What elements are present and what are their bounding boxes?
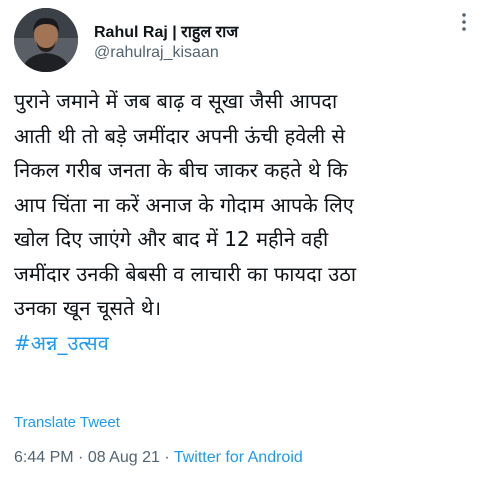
tweet-line: खोल दिए जाएंगे और बाद में 12 महीने वही	[14, 227, 329, 251]
separator-dot: ·	[159, 449, 174, 466]
author-handle[interactable]: @rahulraj_kisaan	[94, 44, 219, 62]
avatar[interactable]	[14, 8, 78, 72]
tweet-date[interactable]: 08 Aug 21	[88, 449, 160, 466]
tweet-header: Rahul Raj | राहुल राज @rahulraj_kisaan	[14, 8, 478, 72]
profile-photo-icon	[14, 8, 78, 72]
author-name[interactable]: Rahul Raj | राहुल राज	[94, 20, 238, 42]
tweet-line: निकल गरीब जनता के बीच जाकर कहते थे कि	[14, 158, 348, 182]
translate-tweet-link[interactable]: Translate Tweet	[14, 414, 120, 431]
tweet-line: उनका खून चूसते थे।	[14, 296, 162, 320]
tweet-metadata: 6:44 PM · 08 Aug 21 · Twitter for Androi…	[14, 449, 303, 467]
tweet-source-link[interactable]: Twitter for Android	[174, 449, 303, 466]
tweet-line: आती थी तो बड़े जमींदार अपनी ऊंची हवेली स…	[14, 123, 345, 148]
more-vertical-icon[interactable]	[452, 10, 476, 34]
tweet-line: पुराने जमाने में जब बाढ़ व सूखा जैसी आपद…	[14, 89, 338, 113]
tweet-text: पुराने जमाने में जब बाढ़ व सूखा जैसी आपद…	[14, 84, 484, 360]
tweet-line: आप चिंता ना करें अनाज के गोदाम आपके लिए	[14, 192, 354, 217]
tweet-line: जमींदार उनकी बेबसी व लाचारी का फायदा उठा	[14, 261, 357, 286]
tweet-time[interactable]: 6:44 PM	[14, 449, 74, 466]
separator-dot: ·	[73, 449, 88, 466]
hashtag-link[interactable]: #अन्न_उत्सव	[14, 326, 484, 361]
